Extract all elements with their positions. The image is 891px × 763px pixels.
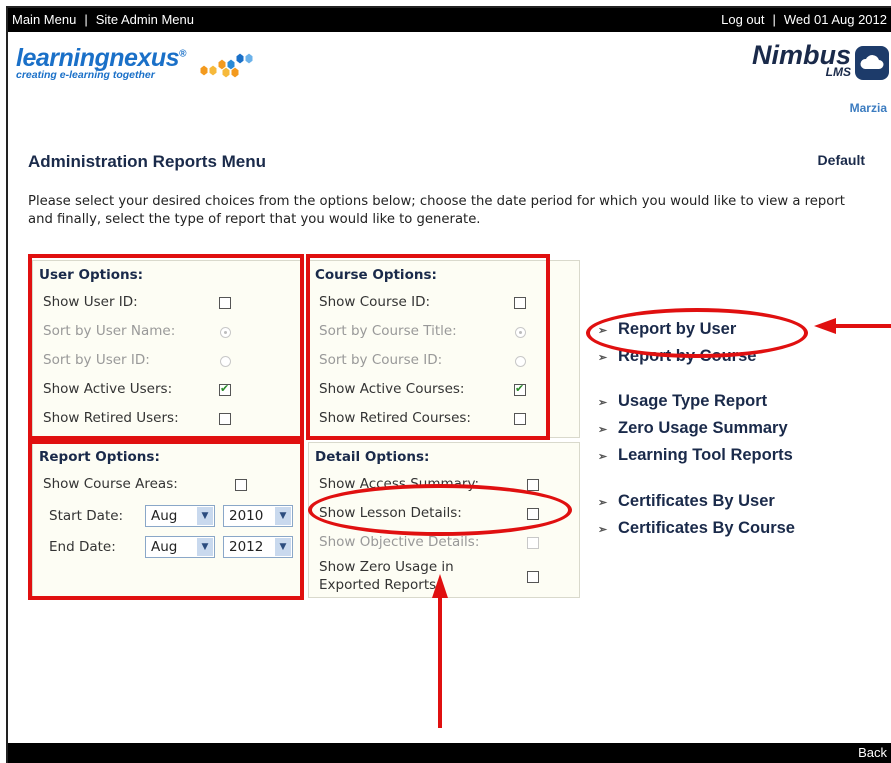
arrow-head-report-by-user [814, 318, 836, 334]
annotation-arrows [432, 318, 891, 728]
bottom-bar: Back [8, 743, 891, 763]
back-button[interactable]: Back [858, 745, 887, 760]
app-window: Main Menu | Site Admin Menu Log out | Wed 01… [6, 6, 891, 763]
arrow-head-lesson-details [432, 574, 448, 598]
